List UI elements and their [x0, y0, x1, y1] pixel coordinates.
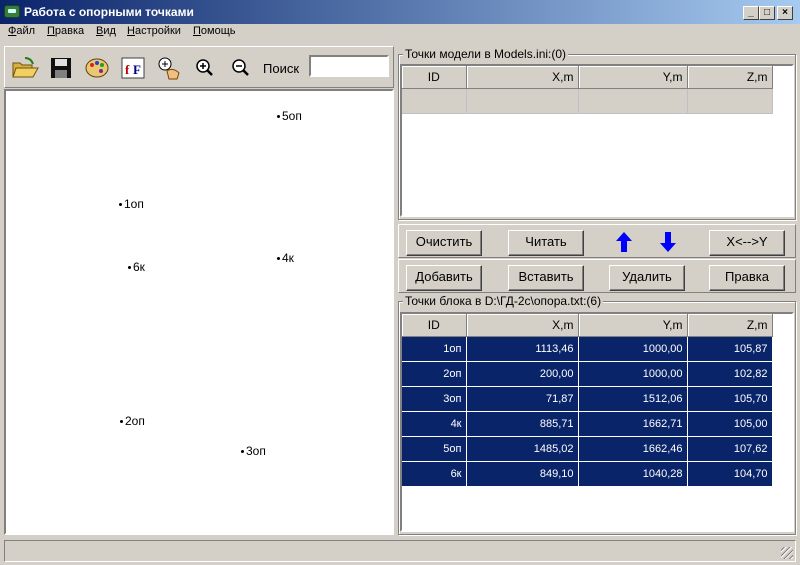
- palette-button[interactable]: [83, 55, 111, 81]
- canvas-point[interactable]: 1оп: [119, 197, 144, 211]
- table-row[interactable]: 4к 885,71 1662,71 105,00: [402, 411, 773, 437]
- maximize-button[interactable]: □: [759, 6, 775, 20]
- svg-text:f: f: [125, 62, 130, 77]
- table-row[interactable]: 2оп 200,00 1000,00 102,82: [402, 361, 773, 387]
- menu-bar: Файл Правка Вид Настройки Помощь: [0, 24, 800, 42]
- open-folder-button[interactable]: [11, 55, 39, 81]
- block-points-grid[interactable]: ID X,m Y,m Z,m 1оп 1113,46 1000,00 105,87 2…: [400, 312, 794, 532]
- clear-button[interactable]: Очистить: [406, 230, 482, 256]
- column-header-z[interactable]: Z,m: [687, 314, 773, 337]
- title-bar: Работа с опорными точками _ □ ×: [0, 0, 800, 24]
- svg-text:F: F: [133, 62, 141, 77]
- point-marker: [128, 266, 131, 270]
- swap-xy-button[interactable]: X<-->Y: [709, 230, 785, 256]
- menu-help[interactable]: Помощь: [193, 25, 236, 37]
- table-header: ID X,m Y,m Z,m: [402, 66, 773, 89]
- canvas-point[interactable]: 5оп: [277, 109, 302, 123]
- add-point-button[interactable]: [155, 55, 183, 81]
- resize-grip-icon[interactable]: [781, 547, 793, 559]
- column-header-z[interactable]: Z,m: [687, 66, 773, 89]
- table-row[interactable]: 6к 849,10 1040,28 104,70: [402, 461, 773, 487]
- save-button[interactable]: [47, 55, 75, 81]
- edit-button[interactable]: Правка: [709, 265, 785, 291]
- add-button[interactable]: Добавить: [406, 265, 482, 291]
- insert-button[interactable]: Вставить: [508, 265, 584, 291]
- menu-settings[interactable]: Настройки: [127, 25, 181, 37]
- move-down-button[interactable]: [658, 231, 678, 253]
- status-bar: [4, 540, 796, 562]
- model-points-table: ID X,m Y,m Z,m: [402, 66, 773, 114]
- model-panel-title: Точки модели в Models.ini:(0): [403, 47, 569, 61]
- point-marker: [120, 420, 123, 424]
- search-input[interactable]: [309, 55, 389, 77]
- palette-icon: [85, 58, 109, 78]
- move-up-button[interactable]: [614, 231, 634, 253]
- zoom-in-button[interactable]: [191, 55, 219, 81]
- zoom-out-icon: [232, 59, 249, 76]
- model-points-grid[interactable]: ID X,m Y,m Z,m: [400, 64, 794, 217]
- point-marker: [277, 115, 280, 119]
- block-points-table: ID X,m Y,m Z,m 1оп 1113,46 1000,00 105,87 2…: [402, 314, 773, 487]
- block-points-panel: Точки блока в D:\ГД-2с\опора.txt:(6) ID …: [398, 294, 796, 535]
- search-label: Поиск: [263, 61, 300, 76]
- column-header-x[interactable]: X,m: [466, 66, 579, 89]
- column-header-y[interactable]: Y,m: [578, 66, 688, 89]
- point-marker: [277, 257, 280, 261]
- point-marker: [119, 203, 122, 207]
- font-button[interactable]: f F: [119, 55, 147, 81]
- canvas-point[interactable]: 2оп: [120, 414, 145, 428]
- canvas-point[interactable]: 4к: [277, 251, 294, 265]
- points-canvas[interactable]: 5оп 1оп 6к 4к 2оп 3оп: [4, 89, 394, 535]
- font-icon: f F: [121, 57, 145, 79]
- block-panel-title: Точки блока в D:\ГД-2с\опора.txt:(6): [403, 294, 604, 308]
- arrow-up-icon: [616, 232, 632, 252]
- canvas-point[interactable]: 6к: [128, 260, 145, 274]
- column-header-id[interactable]: ID: [402, 66, 467, 89]
- actions-row-1: Очистить Читать X<-->Y: [398, 224, 796, 258]
- read-button[interactable]: Читать: [508, 230, 584, 256]
- floppy-disk-icon: [51, 58, 71, 78]
- toolbar: f F Поиск: [4, 46, 394, 88]
- minimize-button[interactable]: _: [743, 6, 759, 20]
- arrow-down-icon: [660, 232, 676, 252]
- table-row[interactable]: 1оп 1113,46 1000,00 105,87: [402, 336, 773, 362]
- column-header-y[interactable]: Y,m: [578, 314, 688, 337]
- delete-button[interactable]: Удалить: [609, 265, 685, 291]
- canvas-point[interactable]: 3оп: [241, 444, 266, 458]
- close-button[interactable]: ×: [777, 6, 793, 20]
- table-row[interactable]: 3оп 71,87 1512,06 105,70: [402, 386, 773, 412]
- model-points-panel: Точки модели в Models.ini:(0) ID X,m Y,m…: [398, 47, 796, 220]
- table-row[interactable]: 5оп 1485,02 1662,46 107,62: [402, 436, 773, 462]
- hand-plus-icon: [158, 57, 180, 80]
- point-marker: [241, 450, 244, 454]
- actions-row-2: Добавить Вставить Удалить Правка: [398, 259, 796, 293]
- zoom-in-icon: [196, 59, 213, 76]
- app-icon: [4, 5, 20, 18]
- menu-view[interactable]: Вид: [96, 25, 116, 37]
- table-header: ID X,m Y,m Z,m: [402, 314, 773, 337]
- menu-edit[interactable]: Правка: [47, 25, 84, 37]
- open-folder-icon: [12, 57, 39, 78]
- menu-file[interactable]: Файл: [8, 25, 35, 37]
- column-header-x[interactable]: X,m: [466, 314, 579, 337]
- column-header-id[interactable]: ID: [402, 314, 467, 337]
- window-title: Работа с опорными точками: [24, 5, 194, 19]
- zoom-out-button[interactable]: [227, 55, 255, 81]
- table-row-empty[interactable]: [402, 88, 773, 114]
